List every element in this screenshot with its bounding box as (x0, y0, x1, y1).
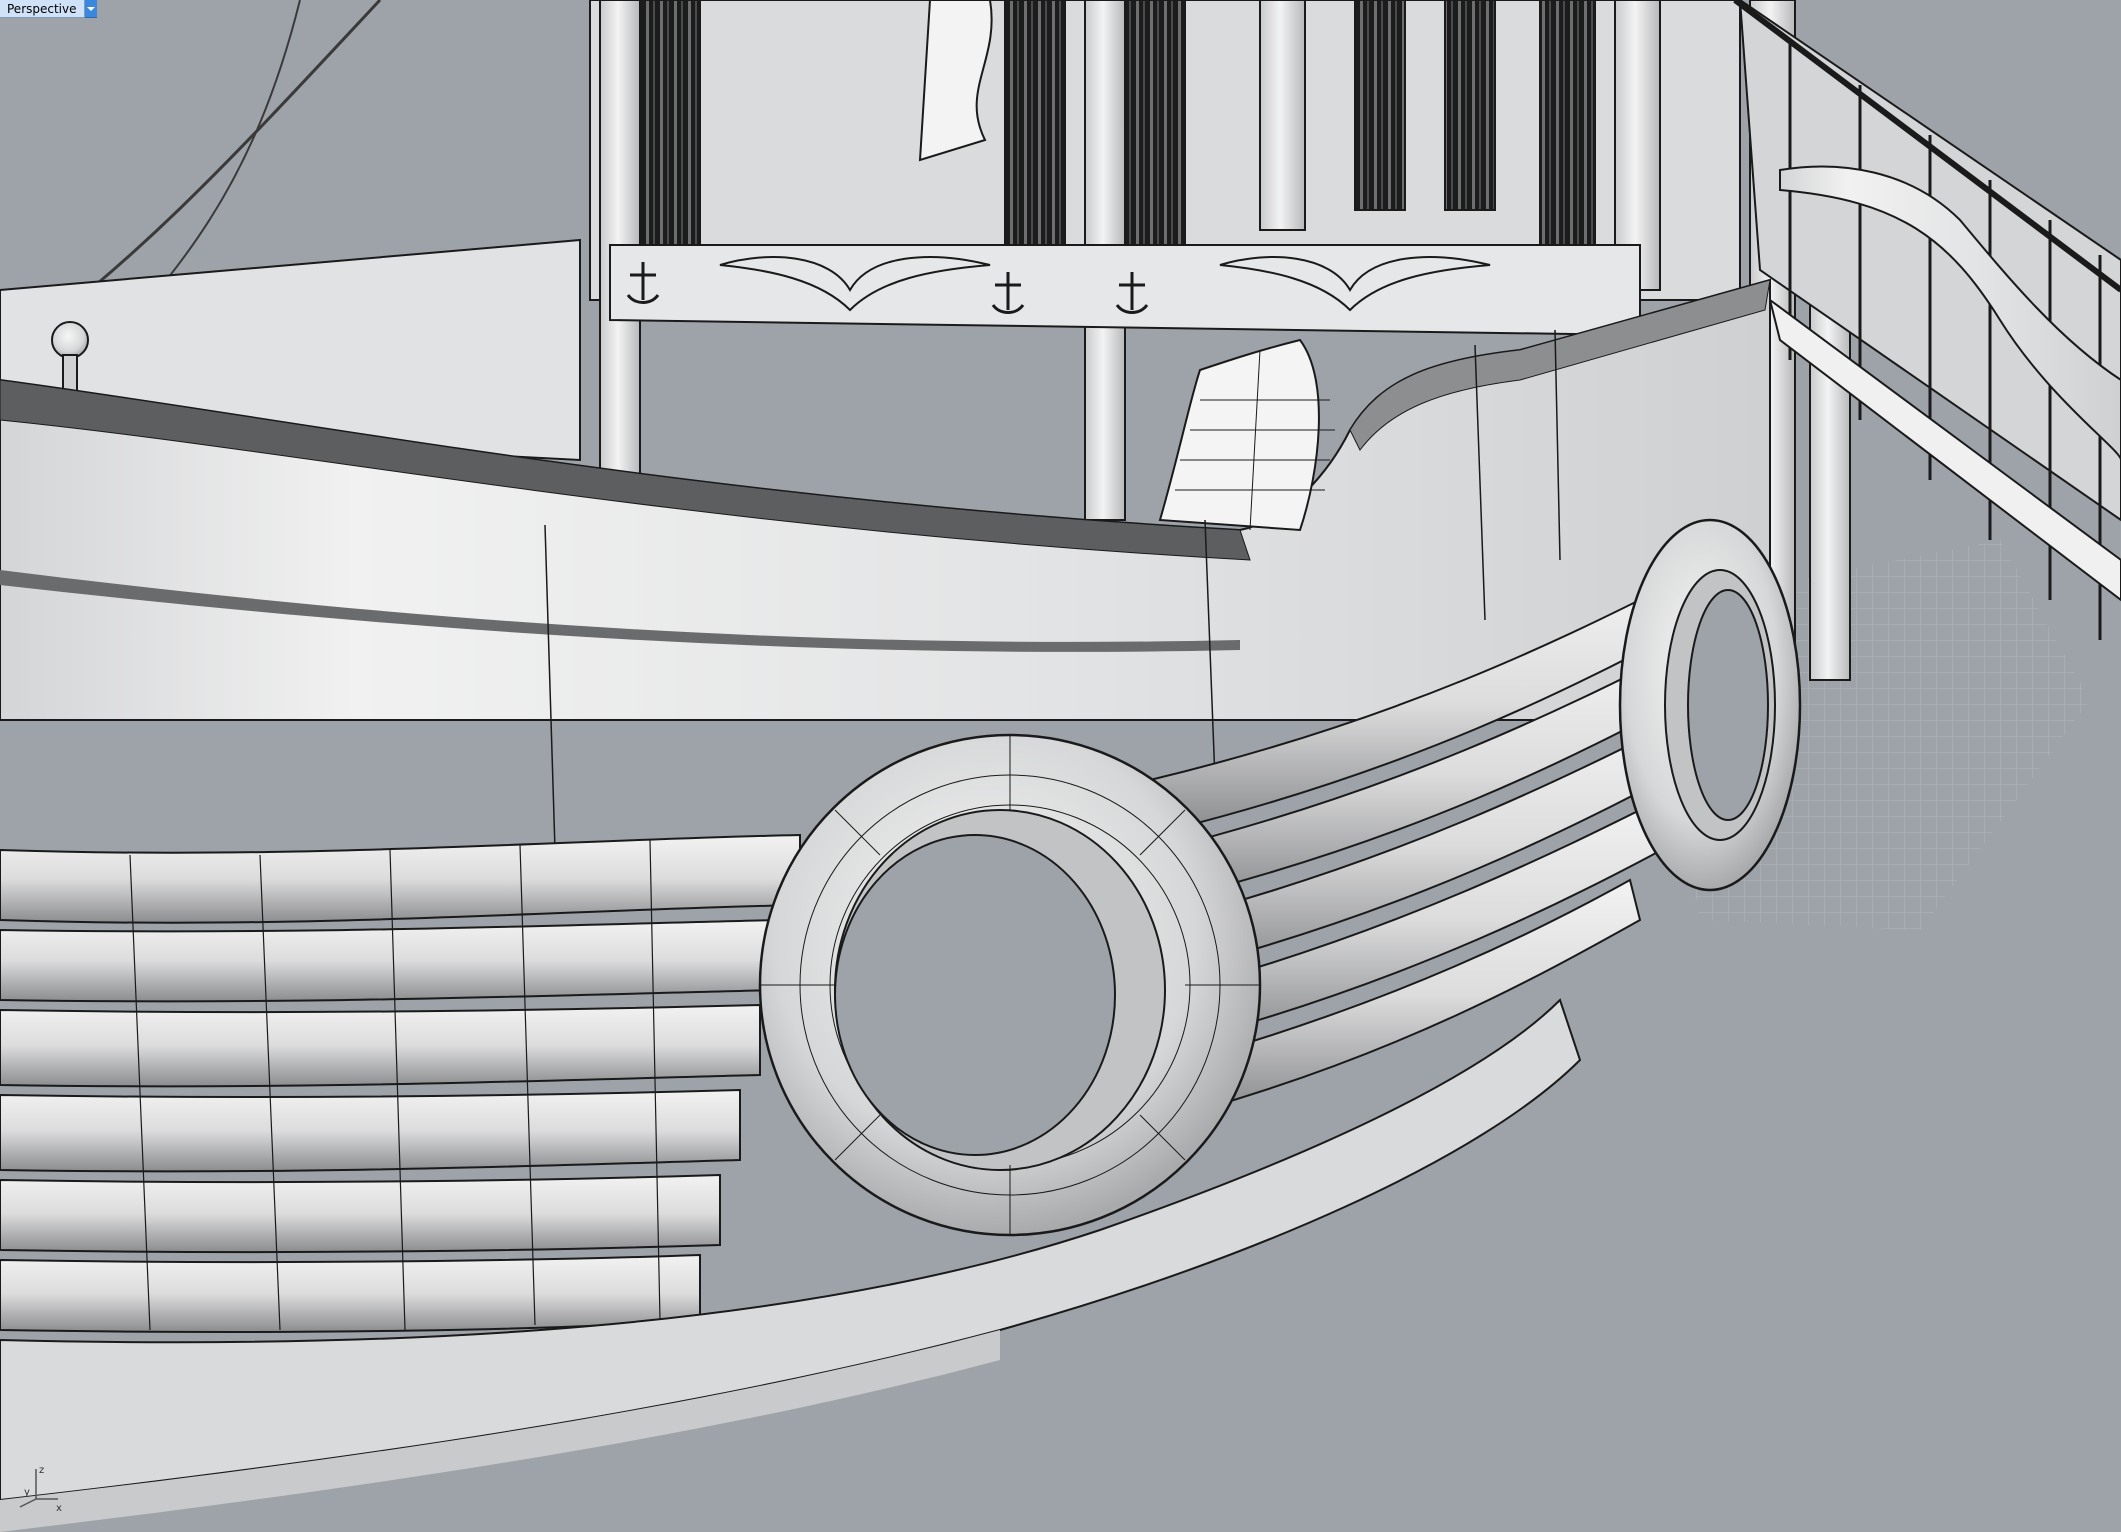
axis-z-label: z (39, 1465, 44, 1476)
life-ring-small (1618, 518, 1802, 892)
axis-x-label: x (56, 1503, 62, 1514)
viewport-title[interactable]: Perspective (0, 0, 85, 18)
viewport-label[interactable]: Perspective (0, 0, 97, 18)
ship-model-render[interactable] (0, 0, 2121, 1532)
life-ring-large (758, 733, 1262, 1237)
fender-rolls-left (0, 833, 801, 1333)
axis-triad-icon: z y x (19, 1465, 62, 1514)
dropdown-arrow-icon[interactable] (84, 0, 97, 18)
perspective-viewport[interactable]: Perspective z y x (0, 0, 2121, 1532)
axis-y-label: y (24, 1487, 30, 1498)
